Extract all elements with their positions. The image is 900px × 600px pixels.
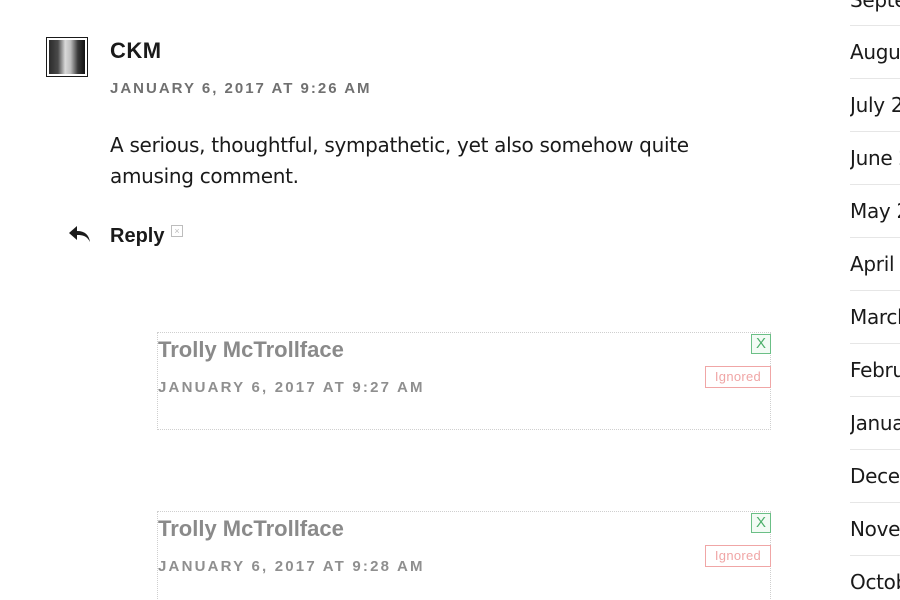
comment-timestamp[interactable]: January 6, 2017 at 9:26 am	[110, 80, 372, 97]
ignored-comment-author[interactable]: Trolly McTrollface	[158, 337, 344, 363]
comments-page: CKM January 6, 2017 at 9:26 am A serious…	[0, 0, 900, 600]
archive-link[interactable]: May 2	[850, 184, 900, 237]
archives-sidebar: Septe Augu July 2 June 2 May 2 April 2 M…	[850, 0, 900, 600]
ignored-comment-timestamp[interactable]: January 6, 2017 at 9:27 am	[158, 379, 425, 396]
archive-link[interactable]: June 2	[850, 131, 900, 184]
archive-link[interactable]: April 2	[850, 237, 900, 290]
ignored-comment-timestamp[interactable]: January 6, 2017 at 9:28 am	[158, 558, 425, 575]
archive-link[interactable]: Dece	[850, 449, 900, 502]
archive-link[interactable]: Septe	[850, 0, 900, 25]
archive-link[interactable]: Augu	[850, 25, 900, 78]
reply-arrow-icon[interactable]	[68, 224, 92, 244]
commenter-avatar	[46, 37, 88, 77]
close-x-icon[interactable]: X	[751, 513, 771, 533]
ignored-comment: Trolly McTrollface January 6, 2017 at 9:…	[157, 511, 771, 600]
ignored-comment-author[interactable]: Trolly McTrollface	[158, 516, 344, 542]
archive-link[interactable]: March	[850, 290, 900, 343]
archive-link[interactable]: July 2	[850, 78, 900, 131]
close-x-icon[interactable]: X	[751, 334, 771, 354]
broken-image-icon: ×	[171, 225, 183, 237]
archive-link[interactable]: Nove	[850, 502, 900, 555]
comment-body: A serious, thoughtful, sympathetic, yet …	[110, 133, 689, 188]
archive-link[interactable]: Febru	[850, 343, 900, 396]
avatar-photo	[49, 40, 85, 74]
archive-link[interactable]: Octob	[850, 555, 900, 600]
ignored-status-badge: Ignored	[705, 366, 771, 388]
ignored-status-badge: Ignored	[705, 545, 771, 567]
ignored-comment: Trolly McTrollface January 6, 2017 at 9:…	[157, 332, 771, 430]
comment-author[interactable]: CKM	[110, 38, 162, 64]
reply-link[interactable]: Reply	[110, 225, 164, 248]
archive-link[interactable]: Janua	[850, 396, 900, 449]
